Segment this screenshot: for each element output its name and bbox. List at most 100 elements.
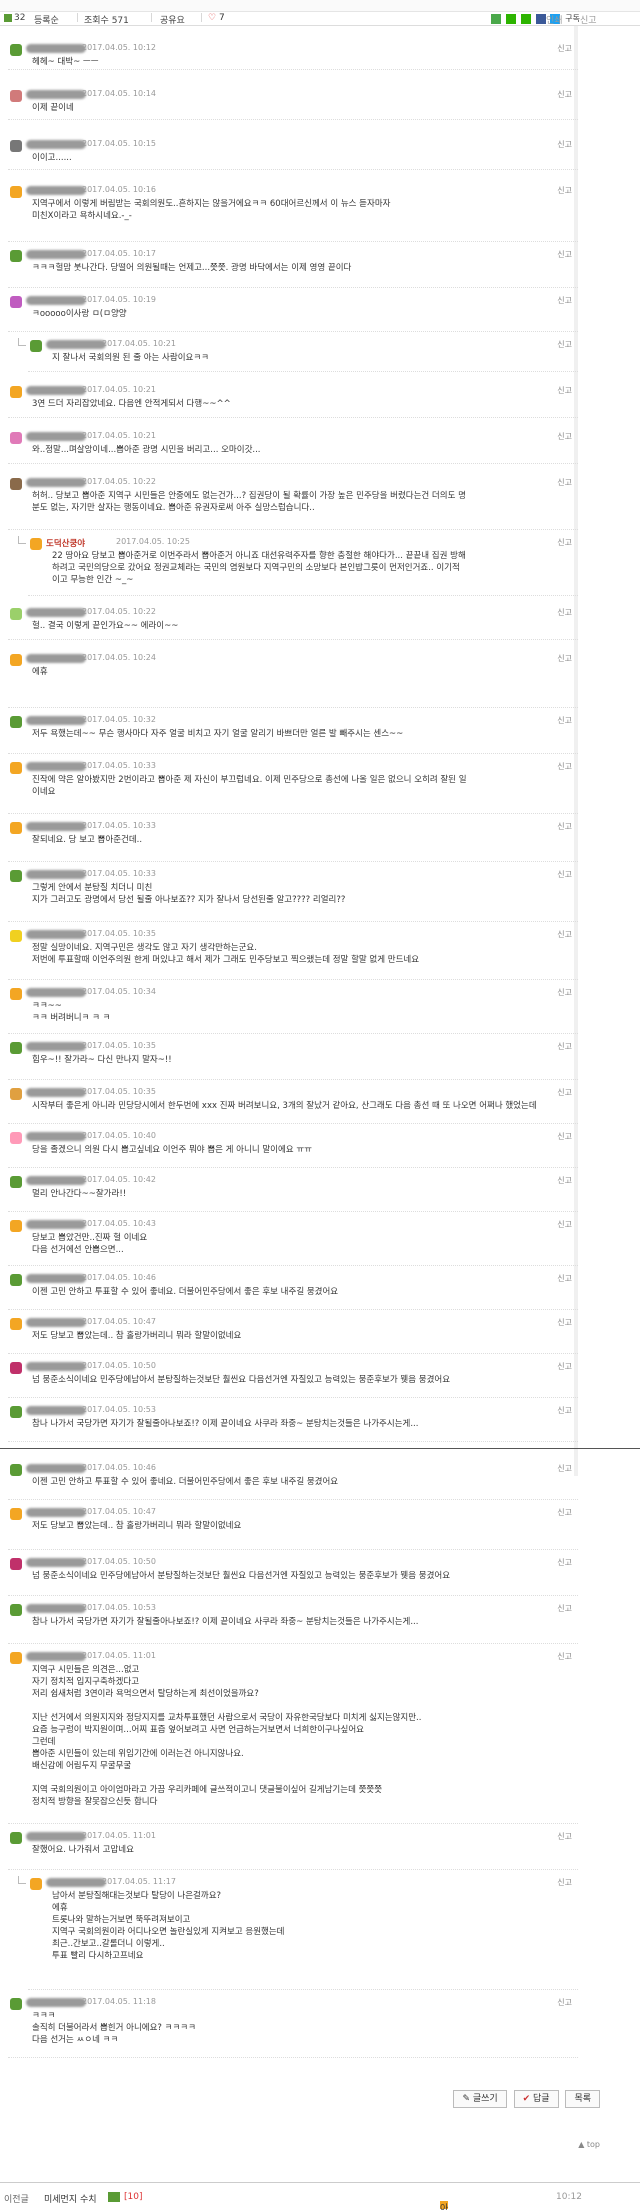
comment-report-button[interactable]: 신고 [557, 1219, 572, 1230]
list-button[interactable]: 목록 [565, 2090, 600, 2108]
report-button[interactable]: 신고 [580, 13, 597, 26]
avatar[interactable] [10, 386, 22, 398]
comment-date: 2017.04.05. 10:50 [82, 1361, 156, 1370]
facebook-icon[interactable] [535, 13, 546, 24]
reply-button[interactable]: ✔ 답글 [513, 2090, 559, 2108]
comment-report-button[interactable]: 신고 [557, 385, 572, 396]
share-button[interactable]: 공유요 [160, 13, 185, 26]
comment-report-button[interactable]: 신고 [557, 715, 572, 726]
comment-item: 2017.04.05. 11:01 신고 지역구 시민들은 의견은...없고 자기 … [8, 1648, 578, 1824]
avatar[interactable] [10, 870, 22, 882]
comment-report-button[interactable]: 신고 [557, 1463, 572, 1474]
comment-report-button[interactable]: 신고 [557, 1831, 572, 1842]
comment-report-button[interactable]: 신고 [557, 89, 572, 100]
avatar[interactable] [10, 44, 22, 56]
comment-report-button[interactable]: 신고 [557, 1877, 572, 1888]
avatar[interactable] [10, 930, 22, 942]
comment-date: 2017.04.05. 10:22 [82, 607, 156, 616]
comment-report-button[interactable]: 신고 [557, 1317, 572, 1328]
print-button[interactable]: 인쇄 [546, 13, 563, 26]
comment-item: 2017.04.05. 11:18 신고 ㅋㅋㅋ 솔직히 더불어라서 뽑힌거 아니에… [8, 1994, 578, 2058]
comment-text: 넘 뭉준소식이네요 민주당에남아서 분탕질하는것보단 훨씬요 다음선거엔 자질있… [32, 1571, 451, 1581]
avatar[interactable] [10, 1464, 22, 1476]
band-icon[interactable] [520, 13, 531, 24]
avatar[interactable] [10, 478, 22, 490]
avatar[interactable] [10, 608, 22, 620]
avatar[interactable] [10, 1176, 22, 1188]
like-button[interactable]: ♡ 7 [208, 13, 225, 23]
comment-report-button[interactable]: 신고 [557, 869, 572, 880]
avatar[interactable] [10, 250, 22, 262]
comment-report-button[interactable]: 신고 [557, 1997, 572, 2008]
naver-icon[interactable] [505, 13, 516, 24]
redacted-nickname [26, 1132, 86, 1141]
avatar[interactable] [10, 1508, 22, 1520]
comment-report-button[interactable]: 신고 [557, 1557, 572, 1568]
avatar[interactable] [10, 1832, 22, 1844]
avatar[interactable] [10, 1132, 22, 1144]
comment-report-button[interactable]: 신고 [557, 821, 572, 832]
comment-item: 2017.04.05. 10:35 신고 힘우~!! 잘가라~ 다신 만나지 말자~… [8, 1038, 578, 1080]
top-link[interactable]: ▲ top [578, 2140, 600, 2149]
comment-report-button[interactable]: 신고 [557, 537, 572, 548]
avatar[interactable] [10, 1406, 22, 1418]
comment-report-button[interactable]: 신고 [557, 1651, 572, 1662]
avatar[interactable] [10, 716, 22, 728]
comment-date: 2017.04.05. 10:32 [82, 715, 156, 724]
avatar[interactable] [10, 654, 22, 666]
sort-order[interactable]: 등록순 [34, 13, 59, 26]
avatar[interactable] [10, 1042, 22, 1054]
comment-report-button[interactable]: 신고 [557, 295, 572, 306]
avatar[interactable] [10, 1998, 22, 2010]
comment-report-button[interactable]: 신고 [557, 1405, 572, 1416]
avatar[interactable] [10, 432, 22, 444]
comment-report-button[interactable]: 신고 [557, 249, 572, 260]
recommend-count[interactable]: 32 [4, 13, 25, 23]
avatar[interactable] [10, 1318, 22, 1330]
write-button[interactable]: ✎ 글쓰기 [453, 2090, 507, 2108]
comment-report-button[interactable]: 신고 [557, 477, 572, 488]
avatar[interactable] [10, 1220, 22, 1232]
avatar[interactable] [10, 296, 22, 308]
avatar[interactable] [10, 140, 22, 152]
avatar[interactable] [10, 762, 22, 774]
subscribe-button[interactable]: 구독 [565, 14, 580, 23]
avatar[interactable] [30, 340, 42, 352]
comment-report-button[interactable]: 신고 [557, 339, 572, 350]
comment-report-button[interactable]: 신고 [557, 607, 572, 618]
comment-report-button[interactable]: 신고 [557, 653, 572, 664]
avatar[interactable] [10, 988, 22, 1000]
comment-report-button[interactable]: 신고 [557, 1603, 572, 1614]
comment-report-button[interactable]: 신고 [557, 1273, 572, 1284]
avatar[interactable] [30, 538, 42, 550]
comment-text: 헤헤~ 대박~ ㅡㅡ [32, 57, 99, 67]
comment-report-button[interactable]: 신고 [557, 929, 572, 940]
avatar[interactable] [10, 1088, 22, 1100]
comment-report-button[interactable]: 신고 [557, 185, 572, 196]
comment-report-button[interactable]: 신고 [557, 1087, 572, 1098]
avatar[interactable] [10, 1362, 22, 1374]
avatar[interactable] [10, 186, 22, 198]
avatar[interactable] [30, 1878, 42, 1890]
comment-report-button[interactable]: 신고 [557, 1361, 572, 1372]
comment-report-button[interactable]: 신고 [557, 1175, 572, 1186]
prev-post-title[interactable]: 미세먼지 수치 [44, 2192, 97, 2205]
avatar[interactable] [10, 1274, 22, 1286]
avatar[interactable] [10, 1604, 22, 1616]
comment-report-button[interactable]: 신고 [557, 139, 572, 150]
comment-date: 2017.04.05. 10:12 [82, 43, 156, 52]
comment-report-button[interactable]: 신고 [557, 1507, 572, 1518]
comment-report-button[interactable]: 신고 [557, 1041, 572, 1052]
commenter-nickname[interactable]: 도덕산쿵야 [46, 537, 85, 549]
avatar[interactable] [10, 1558, 22, 1570]
comment-report-button[interactable]: 신고 [557, 431, 572, 442]
comment-report-button[interactable]: 신고 [557, 761, 572, 772]
avatar[interactable] [10, 90, 22, 102]
comment-report-button[interactable]: 신고 [557, 987, 572, 998]
avatar[interactable] [10, 822, 22, 834]
comment-report-button[interactable]: 신고 [557, 43, 572, 54]
comment-date: 2017.04.05. 10:33 [82, 761, 156, 770]
share-icon[interactable] [490, 13, 501, 24]
comment-report-button[interactable]: 신고 [557, 1131, 572, 1142]
avatar[interactable] [10, 1652, 22, 1664]
